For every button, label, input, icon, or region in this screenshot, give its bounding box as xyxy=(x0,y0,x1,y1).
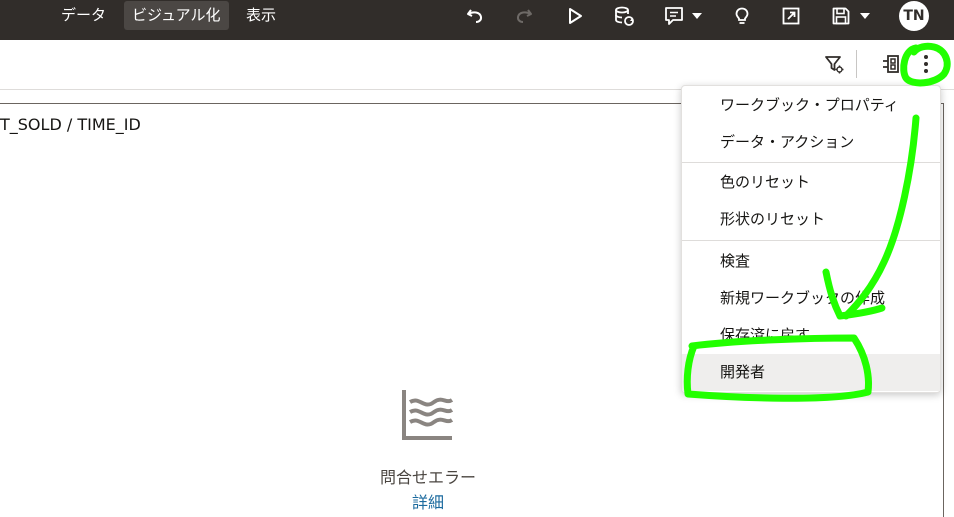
tab-present[interactable]: 表示 xyxy=(238,1,284,30)
undo-icon xyxy=(467,9,483,23)
save-icon xyxy=(832,7,850,25)
tab-data[interactable]: データ xyxy=(53,1,114,30)
refresh-data-icon xyxy=(615,6,634,26)
chevron-down-icon xyxy=(692,13,702,19)
more-options-button[interactable] xyxy=(914,52,938,76)
toolbar-divider xyxy=(856,50,857,78)
redo-icon xyxy=(516,9,532,23)
more-options-icon xyxy=(924,55,928,73)
canvas-toolbar xyxy=(0,40,954,90)
data-panel-icon xyxy=(883,55,899,73)
present-icon xyxy=(782,7,800,25)
undo-button[interactable] xyxy=(463,2,487,30)
redo-button[interactable] xyxy=(512,2,536,30)
narrate-menu-button[interactable] xyxy=(662,2,704,30)
menu-item-new-workbook[interactable]: 新規ワークブックの作成 xyxy=(682,280,940,317)
top-bar: データ ビジュアル化 表示 TN xyxy=(0,0,954,40)
menu-item-reset-shapes[interactable]: 形状のリセット xyxy=(682,201,940,238)
narrate-icon xyxy=(665,7,683,25)
menu-item-workbook-properties[interactable]: ワークブック・プロパティ xyxy=(682,87,940,124)
filter-settings-button[interactable] xyxy=(822,52,846,76)
menu-divider xyxy=(682,240,940,241)
menu-divider xyxy=(682,162,940,163)
more-options-menu: ワークブック・プロパティ データ・アクション 色のリセット 形状のリセット 検査… xyxy=(681,85,941,393)
chevron-down-icon xyxy=(860,13,870,19)
visualization-title: T_SOLD / TIME_ID xyxy=(0,115,141,134)
present-button[interactable] xyxy=(779,2,803,30)
play-icon xyxy=(569,8,582,24)
filter-settings-icon xyxy=(825,56,844,74)
menu-item-inspect[interactable]: 検査 xyxy=(682,243,940,280)
query-error-icon xyxy=(402,388,454,444)
data-panel-button[interactable] xyxy=(879,52,903,76)
menu-item-revert-to-saved[interactable]: 保存済に戻す xyxy=(682,317,940,354)
query-error-text: 問合せエラー xyxy=(379,468,476,487)
preview-button[interactable] xyxy=(563,2,587,30)
tab-visualize[interactable]: ビジュアル化 xyxy=(124,1,229,30)
error-details-link[interactable]: 詳細 xyxy=(0,489,856,513)
save-menu-button[interactable] xyxy=(829,2,873,30)
menu-item-developer[interactable]: 開発者 xyxy=(682,354,940,391)
refresh-data-button[interactable] xyxy=(612,2,636,30)
lightbulb-icon xyxy=(735,7,749,24)
insights-button[interactable] xyxy=(730,2,754,30)
user-avatar[interactable]: TN xyxy=(899,1,929,31)
menu-item-data-actions[interactable]: データ・アクション xyxy=(682,124,940,161)
menu-item-reset-colors[interactable]: 色のリセット xyxy=(682,164,940,201)
